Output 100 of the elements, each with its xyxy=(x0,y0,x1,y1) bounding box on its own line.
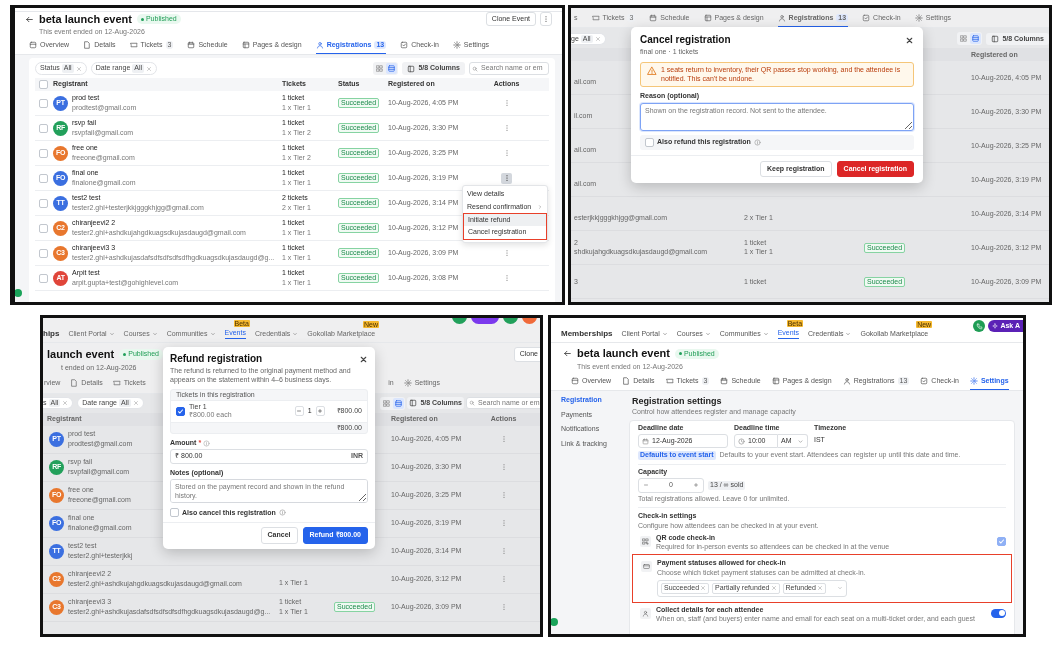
calendar-icon xyxy=(649,14,658,23)
warning-icon xyxy=(647,65,657,76)
person-icon xyxy=(777,14,786,23)
section-title: Registration settings xyxy=(632,396,723,408)
chevron-down-icon xyxy=(845,330,852,337)
event-title: beta launch event xyxy=(39,12,132,26)
checkbox[interactable] xyxy=(170,508,179,518)
document-icon xyxy=(83,40,92,49)
more-button[interactable] xyxy=(501,172,512,184)
close-icon xyxy=(904,35,914,45)
chevron-down-icon xyxy=(837,585,843,592)
close-icon xyxy=(594,35,601,42)
qr-code-icon xyxy=(640,535,651,547)
sparkle-icon xyxy=(992,323,999,330)
close-icon xyxy=(62,400,69,407)
chevron-down-icon xyxy=(797,437,804,445)
columns-icon xyxy=(409,399,418,408)
check-square-icon xyxy=(862,14,871,23)
phone-icon xyxy=(975,322,983,330)
more-button[interactable] xyxy=(540,12,552,27)
grid-icon[interactable] xyxy=(374,63,386,75)
event-title: launch event xyxy=(47,348,115,362)
checkbox[interactable] xyxy=(645,137,654,147)
layout-icon xyxy=(241,40,250,49)
chevron-down-icon xyxy=(209,330,216,337)
calendar-icon xyxy=(720,377,729,386)
checkbox[interactable] xyxy=(176,406,185,416)
app-name: hips xyxy=(43,328,60,339)
list-icon[interactable] xyxy=(393,397,405,409)
settings-icon xyxy=(969,377,978,386)
event-title: beta launch event xyxy=(577,347,670,361)
columns-icon xyxy=(991,34,1000,43)
plus-icon xyxy=(693,482,699,489)
checkbox[interactable] xyxy=(39,148,48,158)
checkbox[interactable] xyxy=(997,536,1006,546)
remove-icon xyxy=(816,585,823,592)
minus-icon xyxy=(296,408,303,415)
ticket-icon xyxy=(665,377,674,386)
dialog-title: Cancel registration xyxy=(640,34,731,46)
checkbox[interactable] xyxy=(39,173,48,183)
chevron-down-icon xyxy=(151,330,158,337)
columns-icon xyxy=(407,64,416,73)
checkbox[interactable] xyxy=(39,98,48,108)
back-arrow-icon[interactable] xyxy=(563,349,572,359)
checkbox[interactable] xyxy=(39,80,48,90)
check-icon xyxy=(998,537,1005,545)
info-icon xyxy=(203,439,211,447)
checkbox[interactable] xyxy=(39,123,48,133)
minus-icon xyxy=(643,482,649,489)
layout-icon xyxy=(771,377,780,386)
floating-button[interactable] xyxy=(15,289,22,297)
info-icon xyxy=(278,509,286,517)
call-button[interactable] xyxy=(973,320,986,333)
remove-icon xyxy=(770,585,777,592)
person-icon xyxy=(842,377,851,386)
list-icon[interactable] xyxy=(386,63,398,75)
grid-icon[interactable] xyxy=(381,397,393,409)
person-icon xyxy=(315,40,324,49)
checkbox[interactable] xyxy=(39,223,48,233)
chevron-down-icon xyxy=(762,330,769,337)
toggle-switch[interactable] xyxy=(991,608,1006,618)
close-icon xyxy=(146,65,153,72)
settings-icon xyxy=(914,14,923,23)
back-arrow-icon[interactable] xyxy=(25,14,34,24)
info-icon xyxy=(753,138,761,146)
panel-icon xyxy=(571,377,579,386)
check-icon xyxy=(177,407,184,415)
calendar-icon xyxy=(187,40,196,49)
close-button[interactable] xyxy=(358,354,368,364)
list-icon[interactable] xyxy=(970,33,982,45)
panel-icon xyxy=(29,40,37,49)
clock-icon xyxy=(738,437,745,445)
close-icon xyxy=(75,65,82,72)
close-icon xyxy=(132,400,139,407)
check-square-icon xyxy=(400,40,409,49)
settings-icon xyxy=(403,379,412,388)
check-square-icon xyxy=(920,377,929,386)
search-icon xyxy=(472,65,478,72)
layout-icon xyxy=(703,14,712,23)
checkbox[interactable] xyxy=(39,273,48,283)
card-icon xyxy=(641,561,652,573)
chevron-down-icon xyxy=(704,330,711,337)
search-icon xyxy=(469,400,475,407)
chevron-down-icon xyxy=(108,330,115,337)
close-button[interactable] xyxy=(904,35,914,45)
checkbox[interactable] xyxy=(39,248,48,258)
floating-button[interactable] xyxy=(551,618,558,626)
close-icon xyxy=(358,354,368,364)
decrease-button[interactable] xyxy=(294,406,304,417)
checkbox[interactable] xyxy=(39,198,48,208)
chevron-down-icon xyxy=(292,330,299,337)
increase-button[interactable] xyxy=(315,406,325,417)
person-icon xyxy=(640,607,651,619)
calendar-icon xyxy=(642,437,649,445)
plus-icon xyxy=(317,408,324,415)
grid-icon[interactable] xyxy=(958,33,970,45)
app-name: Memberships xyxy=(561,328,613,339)
chevron-right-icon xyxy=(537,203,543,210)
settings-icon xyxy=(452,40,461,49)
document-icon xyxy=(70,379,79,388)
